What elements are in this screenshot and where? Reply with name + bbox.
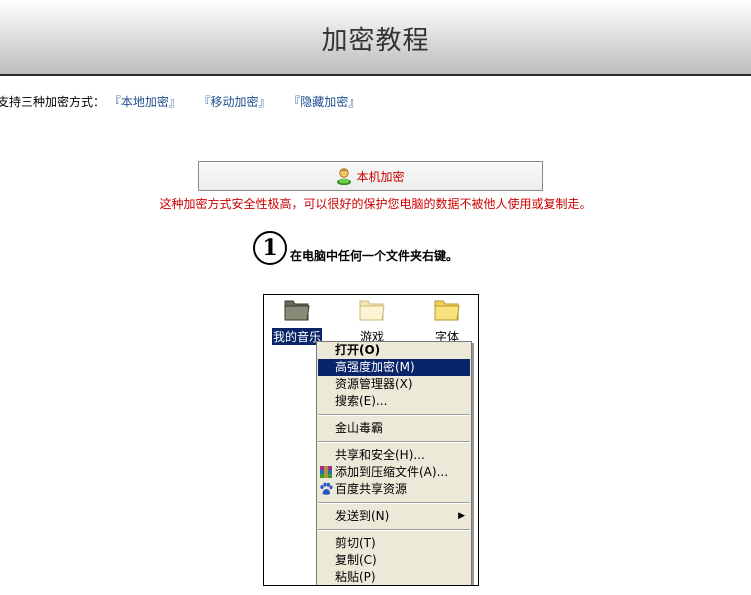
menu-item-add-to-archive[interactable]: 添加到压缩文件(A)... [317,464,471,481]
menu-item-search[interactable]: 搜索(E)... [317,393,471,410]
step-text: 在电脑中任何一个文件夹右键。 [290,249,459,263]
submenu-arrow-icon: ▶ [458,511,465,521]
menu-item-explorer[interactable]: 资源管理器(X) [317,376,471,393]
folder-item-fonts[interactable]: 字体 [417,296,477,345]
menu-item-open[interactable]: 打开(O) [317,342,471,359]
menu-item-label: 发送到(N) [335,509,390,523]
local-encryption-box[interactable]: 本机加密 [198,161,543,191]
menu-item-send-to[interactable]: 发送到(N) ▶ [317,508,471,525]
music-folder-icon [267,296,327,322]
methods-intro: 支持三种加密方式： [0,95,106,109]
menu-separator [318,441,470,443]
menu-item-label: 百度共享资源 [335,482,408,496]
menu-separator [318,414,470,416]
menu-separator [318,529,470,531]
menu-item-kingsoft-antivirus[interactable]: 金山毒霸 [317,420,471,437]
winrar-icon [319,465,333,479]
tutorial-page: 加密教程 支持三种加密方式： 『本地加密』 『移动加密』 『隐藏加密』 本机加密… [0,0,751,595]
menu-item-sharing-security[interactable]: 共享和安全(H)... [317,447,471,464]
step-1: 1 在电脑中任何一个文件夹右键。 [253,231,458,265]
context-menu-screenshot: 我的音乐 游戏 字体 打开(O) 高强度加密(M) 资源管理器(X) 搜索(E)… [263,294,479,586]
menu-item-strong-encrypt[interactable]: 高强度加密(M) [318,359,470,376]
folder-item-my-music[interactable]: 我的音乐 [267,296,327,345]
local-encryption-label: 本机加密 [356,169,405,184]
menu-item-cut[interactable]: 剪切(T) [317,535,471,552]
page-title: 加密教程 [321,26,430,56]
link-hidden-encryption[interactable]: 『隐藏加密』 [288,95,360,109]
baidu-paw-icon [319,482,333,496]
menu-separator [318,502,470,504]
step-number-badge: 1 [253,231,287,265]
folder-icon [342,296,402,322]
header-bar: 加密教程 [0,0,751,76]
folder-label: 我的音乐 [271,328,322,345]
user-icon [336,167,352,186]
folder-icon [417,296,477,322]
encryption-methods-line: 支持三种加密方式： 『本地加密』 『移动加密』 『隐藏加密』 [0,93,360,110]
context-menu: 打开(O) 高强度加密(M) 资源管理器(X) 搜索(E)... 金山毒霸 共享… [316,341,472,585]
menu-item-paste[interactable]: 粘贴(P) [317,569,471,585]
link-local-encryption[interactable]: 『本地加密』 [109,95,181,109]
menu-item-label: 添加到压缩文件(A)... [335,465,449,479]
menu-item-copy[interactable]: 复制(C) [317,552,471,569]
local-encryption-description: 这种加密方式安全性极高，可以很好的保护您电脑的数据不被他人使用或复制走。 [159,197,592,211]
menu-item-baidu-share[interactable]: 百度共享资源 [317,481,471,498]
link-mobile-encryption[interactable]: 『移动加密』 [199,95,271,109]
folder-item-games[interactable]: 游戏 [342,296,402,345]
